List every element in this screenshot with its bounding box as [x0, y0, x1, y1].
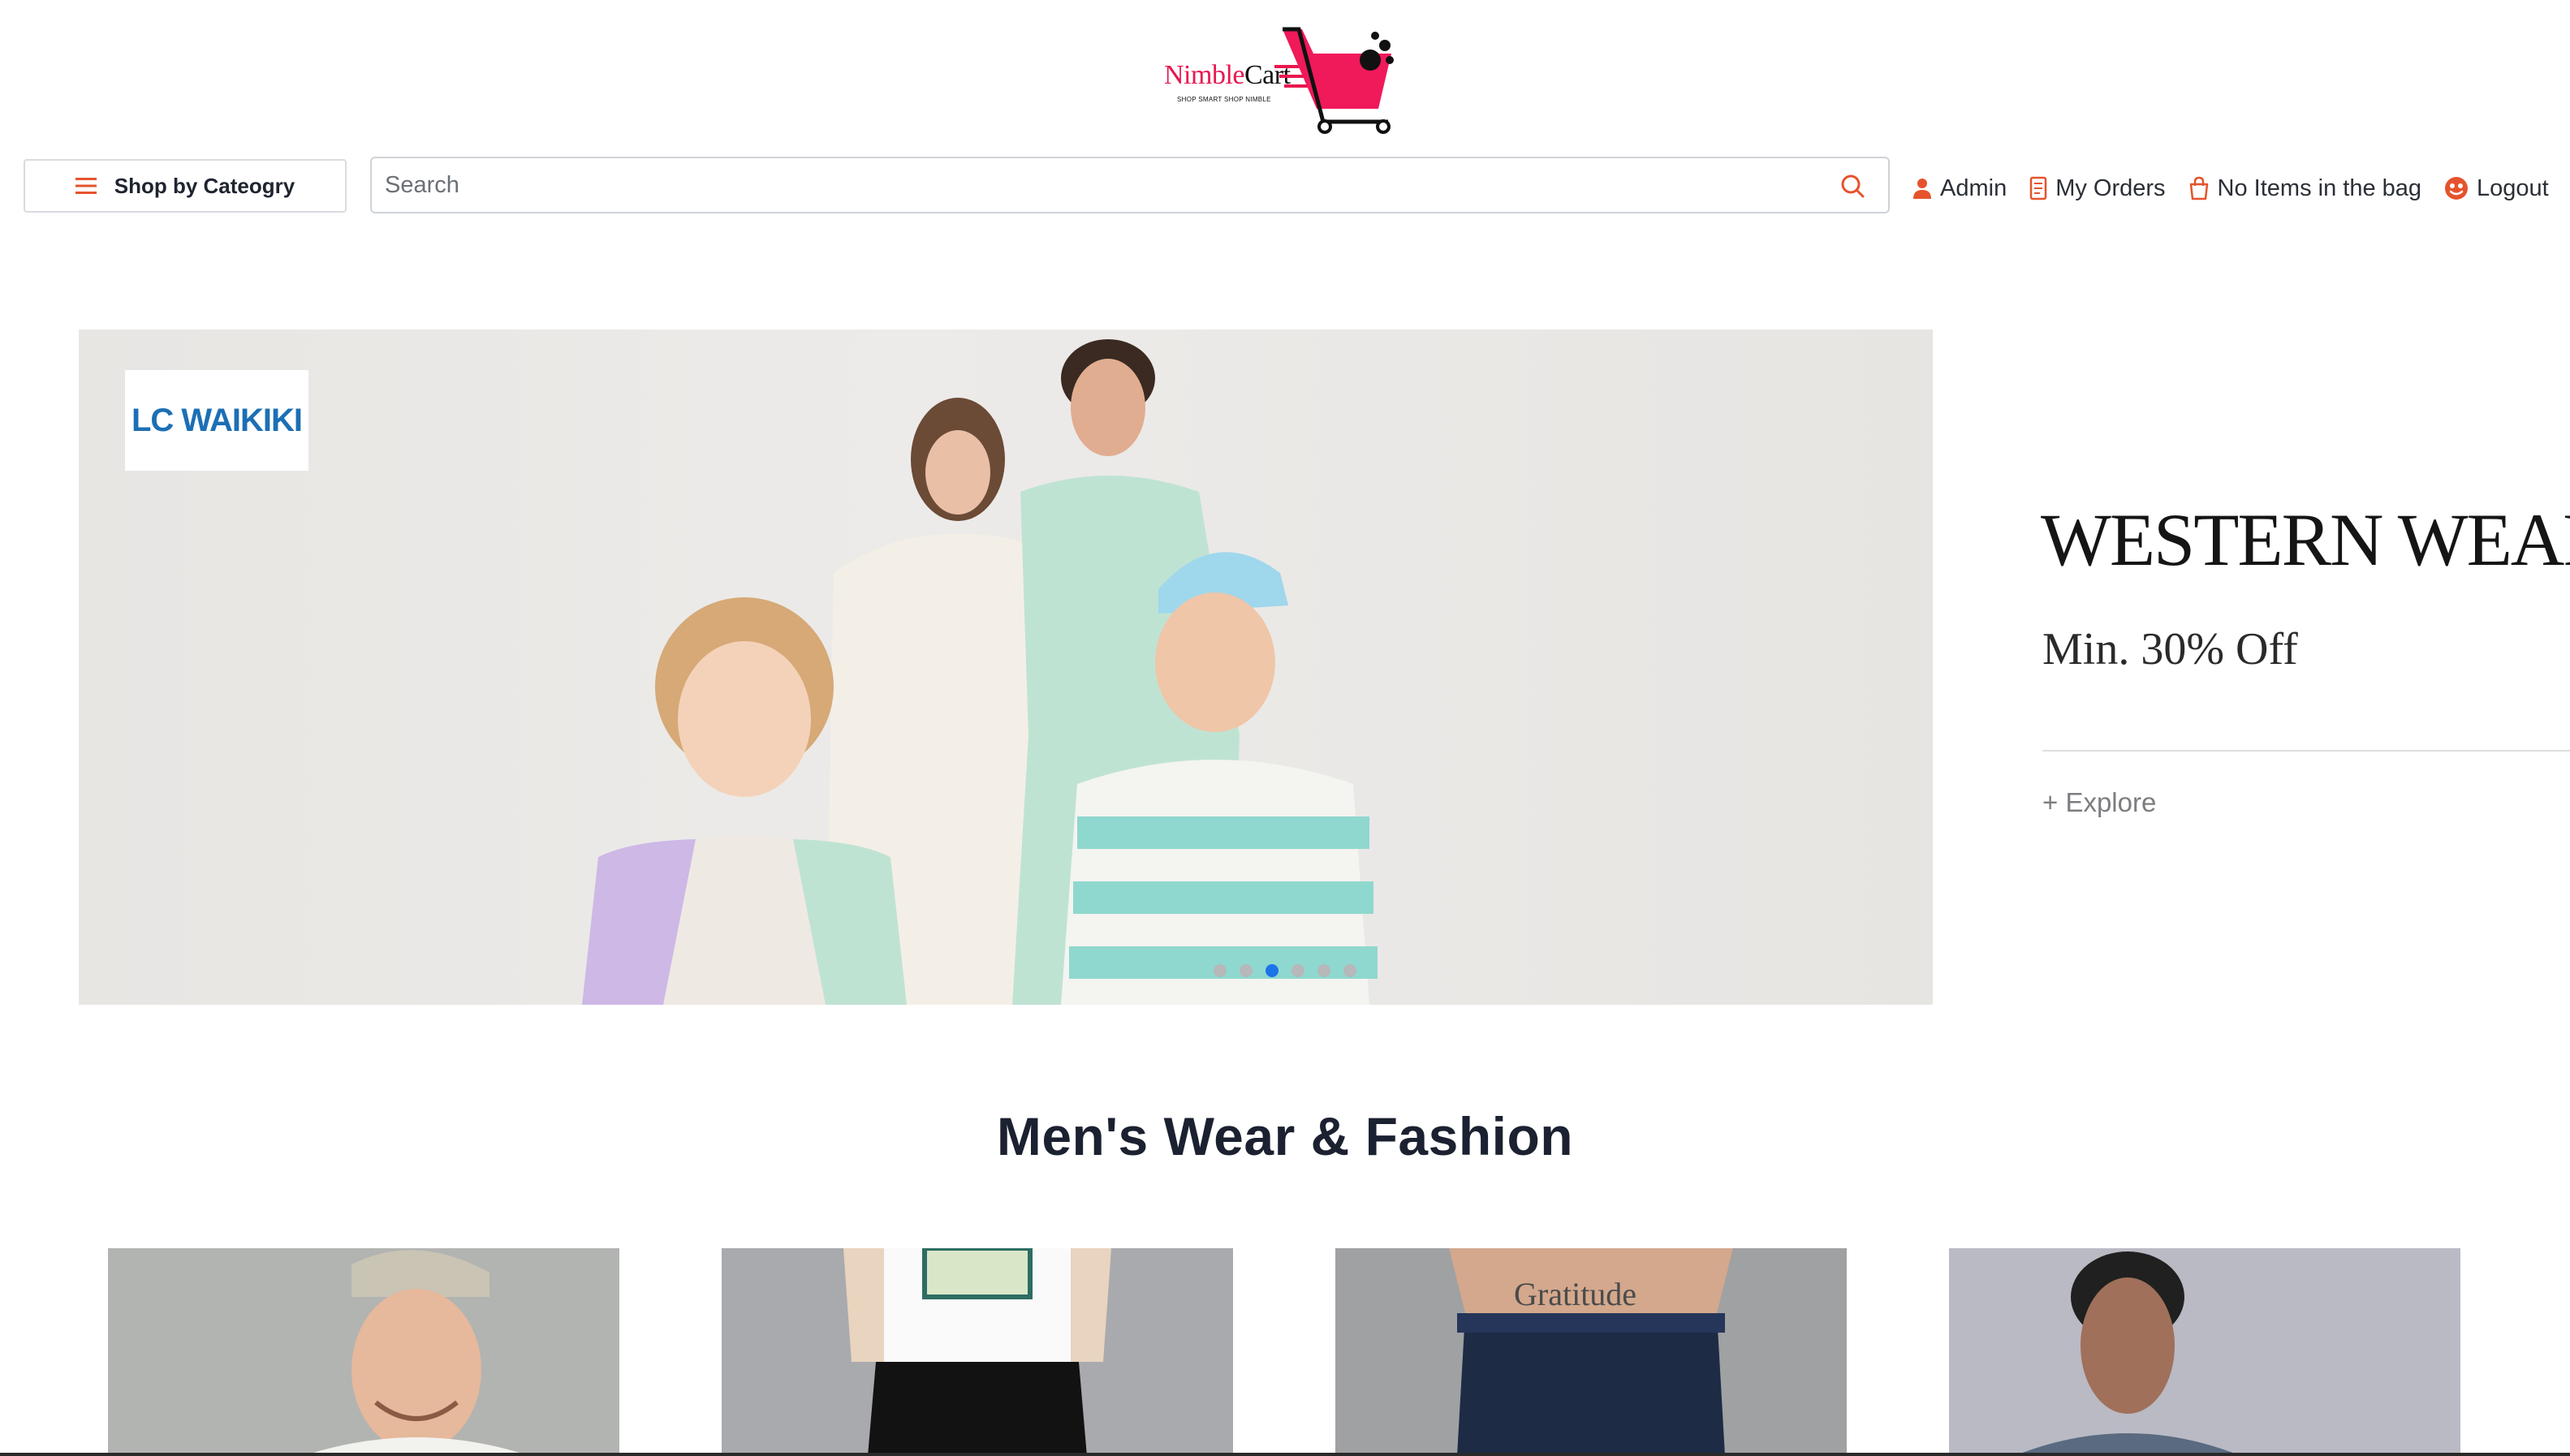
- bag-icon: [2189, 176, 2208, 200]
- shop-by-category-button[interactable]: Shop by Cateogry: [24, 159, 347, 213]
- admin-label: Admin: [1940, 174, 2007, 201]
- shopping-cart-icon: [1274, 27, 1394, 134]
- search-input[interactable]: [383, 165, 1812, 205]
- receipt-icon: [2029, 176, 2047, 200]
- product-image: Gratitude: [1335, 1248, 1847, 1456]
- account-nav: Admin My Orders No Items in the bag Logo…: [1912, 170, 2549, 206]
- logo-tagline: SHOP SMART SHOP NIMBLE: [1177, 96, 1271, 103]
- carousel-dot-6[interactable]: [1343, 964, 1356, 977]
- product-card[interactable]: Gratitude: [1335, 1248, 1847, 1456]
- svg-text:Gratitude: Gratitude: [1514, 1276, 1636, 1312]
- user-icon: [1913, 179, 1931, 199]
- product-card[interactable]: [722, 1248, 1233, 1456]
- product-card[interactable]: [1949, 1248, 2460, 1456]
- category-button-label: Shop by Cateogry: [114, 173, 295, 198]
- logout-label: Logout: [2477, 174, 2549, 201]
- bag-link[interactable]: No Items in the bag: [2188, 175, 2421, 202]
- promo-explore-link[interactable]: + Explore: [2042, 787, 2156, 818]
- product-image: [722, 1248, 1233, 1456]
- hamburger-icon: [75, 178, 97, 194]
- carousel-dot-4[interactable]: [1291, 964, 1304, 977]
- promo-subtitle: Min. 30% Off: [2042, 624, 2298, 674]
- search-bar: [370, 157, 1890, 213]
- product-grid: Gratitude: [108, 1248, 2462, 1456]
- carousel-dot-3-active[interactable]: [1266, 964, 1279, 977]
- carousel-dot-2[interactable]: [1240, 964, 1253, 977]
- product-image: [108, 1248, 619, 1456]
- logout-link[interactable]: Logout: [2444, 175, 2549, 202]
- promo-title: WESTERN WEAR: [2041, 498, 2570, 581]
- hero-family-photo: [582, 339, 1378, 1005]
- hero-carousel[interactable]: LC WAIKIKI: [79, 330, 1933, 1005]
- logo-wordmark: NimbleCart: [1164, 60, 1291, 90]
- my-orders-label: My Orders: [2055, 174, 2166, 201]
- admin-link[interactable]: Admin: [1912, 175, 2007, 202]
- product-card[interactable]: [108, 1248, 619, 1456]
- carousel-dot-5[interactable]: [1317, 964, 1330, 977]
- next-slide-promo[interactable]: WESTERN WEAR Min. 30% Off + Explore: [2041, 497, 2570, 838]
- promo-divider: [2042, 750, 2570, 752]
- search-icon[interactable]: [1839, 173, 1865, 199]
- logout-smiley-icon: [2445, 177, 2469, 200]
- page-bottom-border: [0, 1453, 2570, 1456]
- site-logo[interactable]: NimbleCart SHOP SMART SHOP NIMBLE: [1153, 24, 1412, 138]
- bag-label: No Items in the bag: [2217, 174, 2422, 201]
- section-title: Men's Wear & Fashion: [996, 1106, 1574, 1166]
- carousel-pagination: [1214, 964, 1356, 977]
- my-orders-link[interactable]: My Orders: [2029, 174, 2166, 202]
- carousel-dot-1[interactable]: [1214, 964, 1227, 977]
- product-image: [1949, 1248, 2460, 1456]
